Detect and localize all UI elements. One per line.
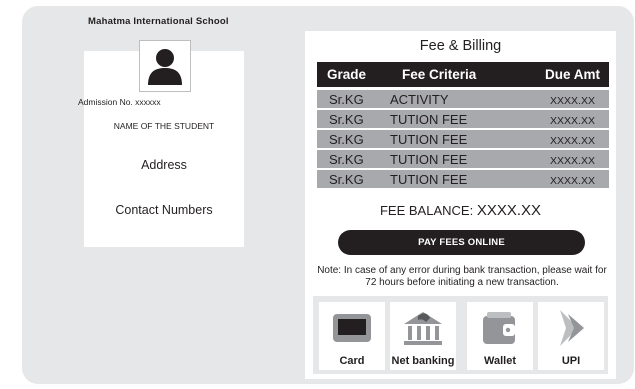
card-icon (333, 314, 371, 342)
table-row: Sr.KG TUTION FEE XXXX.XX (317, 110, 609, 128)
payment-method-label: Wallet (484, 355, 516, 367)
payment-method-label: UPI (561, 355, 581, 367)
row-criteria: TUTION FEE (390, 131, 468, 147)
table-row: Sr.KG TUTION FEE XXXX.XX (317, 130, 609, 148)
user-icon (148, 49, 182, 85)
row-criteria: TUTION FEE (390, 171, 468, 187)
table-row: Sr.KG ACTIVITY XXXX.XX (317, 90, 609, 108)
school-name: Mahatma International School (88, 16, 229, 27)
admission-number: Admission No. xxxxxx (78, 97, 161, 107)
fee-table: Grade Fee Criteria Due Amt Sr.KG ACTIVIT… (317, 62, 609, 190)
row-criteria: TUTION FEE (390, 111, 468, 127)
wallet-icon (483, 312, 515, 344)
column-header-grade: Grade (327, 67, 367, 82)
column-header-amount: Due Amt (544, 67, 600, 82)
column-header-criteria: Fee Criteria (402, 67, 477, 82)
row-criteria: ACTIVITY (390, 91, 449, 107)
student-contact: Contact Numbers (115, 203, 213, 217)
fee-billing-card: Fee & Billing Grade Fee Criteria Due Amt… (305, 31, 616, 379)
payment-method-net-banking[interactable]: Net banking (390, 302, 456, 370)
row-grade: Sr.KG (329, 91, 364, 107)
fee-balance: FEE BALANCE: XXXX.XX (305, 202, 616, 219)
fee-balance-value: XXXX.XX (476, 202, 542, 219)
student-card: Admission No. xxxxxx NAME OF THE STUDENT… (78, 40, 244, 247)
row-amount: XXXX.XX (550, 134, 595, 147)
row-criteria: TUTION FEE (390, 151, 468, 167)
row-grade: Sr.KG (329, 131, 364, 147)
pay-fees-online-button[interactable]: PAY FEES ONLINE (338, 230, 585, 255)
fee-title: Fee & Billing (419, 38, 502, 54)
table-row: Sr.KG TUTION FEE XXXX.XX (317, 170, 609, 188)
fee-balance-label: FEE BALANCE: (379, 203, 474, 218)
fee-table-header: Grade Fee Criteria Due Amt (317, 62, 609, 87)
payment-method-label: Net banking (391, 355, 455, 367)
upi-icon (560, 310, 584, 346)
row-grade: Sr.KG (329, 111, 364, 127)
payment-method-wallet[interactable]: Wallet (467, 302, 533, 370)
avatar (139, 40, 191, 92)
payment-methods: Card Net banking Wallet UPI (313, 296, 608, 374)
table-row: Sr.KG TUTION FEE XXXX.XX (317, 150, 609, 168)
row-grade: Sr.KG (329, 171, 364, 187)
bank-icon (404, 312, 442, 345)
row-amount: XXXX.XX (550, 94, 595, 107)
payment-method-label: Card (339, 355, 365, 367)
row-amount: XXXX.XX (550, 154, 595, 167)
transaction-note: Note: In case of any error during bank t… (317, 265, 607, 288)
payment-method-card[interactable]: Card (319, 302, 385, 370)
row-amount: XXXX.XX (550, 114, 595, 127)
row-grade: Sr.KG (329, 151, 364, 167)
row-amount: XXXX.XX (550, 174, 595, 187)
student-name: NAME OF THE STUDENT (113, 121, 215, 131)
payment-method-upi[interactable]: UPI (538, 302, 604, 370)
student-address: Address (141, 158, 187, 172)
